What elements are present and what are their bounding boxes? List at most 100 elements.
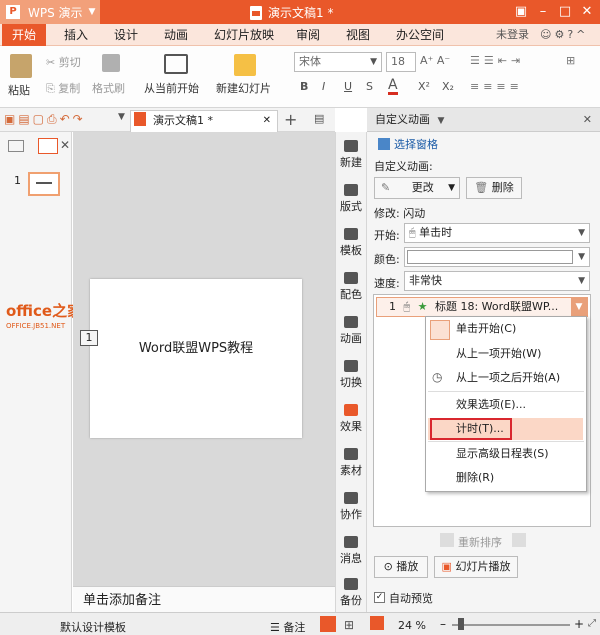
template-name[interactable]: 默认设计模板	[60, 619, 126, 635]
tab-animation[interactable]: 动画	[164, 24, 188, 46]
side-new-button[interactable]: 新建	[335, 140, 367, 170]
tab-review[interactable]: 审阅	[296, 24, 320, 46]
side-material-button[interactable]: 素材	[335, 448, 367, 478]
menu-item-remove[interactable]: 删除(R)	[426, 467, 586, 489]
move-up-icon[interactable]	[440, 533, 454, 547]
from-current-button[interactable]: 从当前开始	[144, 80, 199, 96]
change-effect-button[interactable]: ✎ 更改 ▼	[374, 177, 460, 199]
side-collab-button[interactable]: 协作	[335, 492, 367, 522]
side-template-button[interactable]: 模板	[335, 228, 367, 258]
speed-value: 非常快	[409, 274, 442, 287]
start-select[interactable]: 🖱 单击时 ▼	[404, 223, 590, 243]
underline-button[interactable]: U	[344, 80, 352, 93]
close-button[interactable]: ✕	[578, 3, 596, 21]
side-effects-button[interactable]: 效果	[335, 404, 367, 434]
normal-view-icon[interactable]	[320, 616, 336, 632]
bold-button[interactable]: B	[300, 80, 308, 93]
current-slide[interactable]: Word联盟WPS教程	[90, 279, 302, 438]
menu-item-with-previous[interactable]: 从上一项开始(W)	[426, 343, 586, 365]
zoom-level: 24 %	[398, 619, 426, 632]
side-animation-button[interactable]: 动画	[335, 316, 367, 346]
paste-button[interactable]: 粘贴	[8, 82, 30, 98]
fit-window-icon[interactable]: ⤢	[588, 618, 596, 629]
chevron-down-icon[interactable]: ▼	[571, 298, 587, 316]
animation-list-item[interactable]: 1 🖱 ★ 标题 18: Word联盟WP... ▼	[376, 297, 588, 317]
notes-area[interactable]: 单击添加备注	[73, 586, 335, 614]
side-transition-button[interactable]: 切换	[335, 360, 367, 390]
side-backup-button[interactable]: 备份	[335, 578, 367, 608]
zoom-slider[interactable]	[452, 624, 570, 626]
selection-pane-link[interactable]: 选择窗格	[394, 136, 438, 152]
new-tab-button[interactable]: +	[284, 110, 297, 129]
subscript-button[interactable]: X₂	[442, 80, 454, 93]
side-message-button[interactable]: 消息	[335, 536, 367, 566]
speed-select[interactable]: 非常快 ▼	[404, 271, 590, 291]
font-color-button[interactable]: A	[388, 78, 398, 95]
more-tools[interactable]: ⊞	[566, 54, 575, 67]
paragraph-tools[interactable]: ☰☰⇤⇥	[470, 54, 524, 67]
pane-title: 自定义动画	[375, 113, 430, 126]
slide-thumbnail[interactable]	[28, 172, 60, 196]
tab-insert[interactable]: 插入	[64, 24, 88, 46]
menu-item-start-on-click[interactable]: 单击开始(C)	[426, 318, 586, 340]
copy-label: 复制	[58, 82, 81, 95]
quick-access-icons[interactable]: ▣▤▢⎙↶↷	[4, 112, 86, 127]
notes-toggle[interactable]: ☰ 备注	[270, 619, 305, 635]
format-painter-icon[interactable]	[102, 54, 120, 72]
slideshow-button[interactable]: ▣ 幻灯片播放	[434, 556, 518, 578]
auto-preview-checkbox[interactable]: ✓	[374, 592, 385, 603]
move-down-icon[interactable]	[512, 533, 526, 547]
format-painter-button[interactable]: 格式刷	[92, 80, 125, 96]
play-from-current-icon[interactable]	[164, 54, 188, 74]
zoom-slider-handle[interactable]	[458, 618, 464, 630]
superscript-button[interactable]: X²	[418, 80, 430, 93]
slide-sorter-icon[interactable]: ⊞	[344, 618, 354, 632]
font-name-select[interactable]: 宋体 ▼	[294, 52, 382, 72]
play-button[interactable]: ⊙ 播放	[374, 556, 428, 578]
side-color-button[interactable]: 配色	[335, 272, 367, 302]
menu-item-effect-options[interactable]: 效果选项(E)...	[426, 394, 586, 416]
italic-button[interactable]: I	[322, 80, 325, 93]
cut-button[interactable]: ✂ 剪切	[46, 54, 81, 70]
grow-font-button[interactable]: A⁺ A⁻	[420, 54, 450, 67]
align-tools[interactable]: ≡≡≡≡	[470, 80, 523, 93]
side-layout-button[interactable]: 版式	[335, 184, 367, 214]
login-status[interactable]: 未登录	[496, 24, 529, 46]
close-tab-icon[interactable]: ✕	[263, 111, 271, 131]
template-icon	[344, 228, 358, 240]
reading-view-icon[interactable]	[370, 616, 384, 630]
slides-view-icon[interactable]	[38, 138, 58, 154]
paste-icon[interactable]	[10, 54, 32, 78]
help-icons[interactable]: ☺⚙?^	[540, 24, 598, 46]
chevron-down-icon[interactable]: ▼	[118, 112, 125, 122]
zoom-out-button[interactable]: –	[440, 617, 446, 631]
menu-item-advanced-timeline[interactable]: 显示高级日程表(S)	[426, 443, 586, 465]
new-slide-button[interactable]: 新建幻灯片	[216, 80, 271, 96]
zoom-in-button[interactable]: +	[574, 617, 584, 631]
skin-icon[interactable]: ▣	[512, 3, 530, 21]
tab-view[interactable]: 视图	[346, 24, 370, 46]
shadow-button[interactable]: S	[366, 80, 373, 93]
tab-design[interactable]: 设计	[114, 24, 138, 46]
tab-office-space[interactable]: 办公空间	[396, 24, 444, 46]
menu-item-after-previous[interactable]: 从上一项之后开始(A)	[426, 367, 586, 389]
new-slide-icon[interactable]	[234, 54, 256, 76]
outline-view-icon[interactable]	[8, 140, 24, 152]
tab-start[interactable]: 开始	[2, 24, 46, 46]
close-panel-icon[interactable]: ✕	[60, 138, 70, 152]
minimize-button[interactable]: –	[534, 3, 552, 21]
document-tab[interactable]: 演示文稿1 * ✕	[130, 110, 278, 132]
tab-list-icon[interactable]: ▤	[314, 112, 324, 125]
copy-button[interactable]: ⎘ 复制	[46, 80, 80, 96]
animation-marker[interactable]: 1	[80, 330, 98, 346]
close-pane-icon[interactable]: ✕	[583, 108, 592, 132]
tab-slideshow[interactable]: 幻灯片放映	[214, 24, 274, 46]
document-tab-label: 演示文稿1 *	[153, 114, 213, 127]
chevron-down-icon[interactable]: ▼	[438, 116, 445, 126]
slide-title[interactable]: Word联盟WPS教程	[90, 337, 302, 356]
remove-effect-button[interactable]: 🗑 删除	[466, 177, 522, 199]
app-menu-button[interactable]: P WPS 演示 ▼	[0, 0, 100, 24]
font-size-select[interactable]: 18	[386, 52, 416, 72]
maximize-button[interactable]: □	[556, 3, 574, 21]
color-select[interactable]: ▼	[404, 247, 590, 267]
